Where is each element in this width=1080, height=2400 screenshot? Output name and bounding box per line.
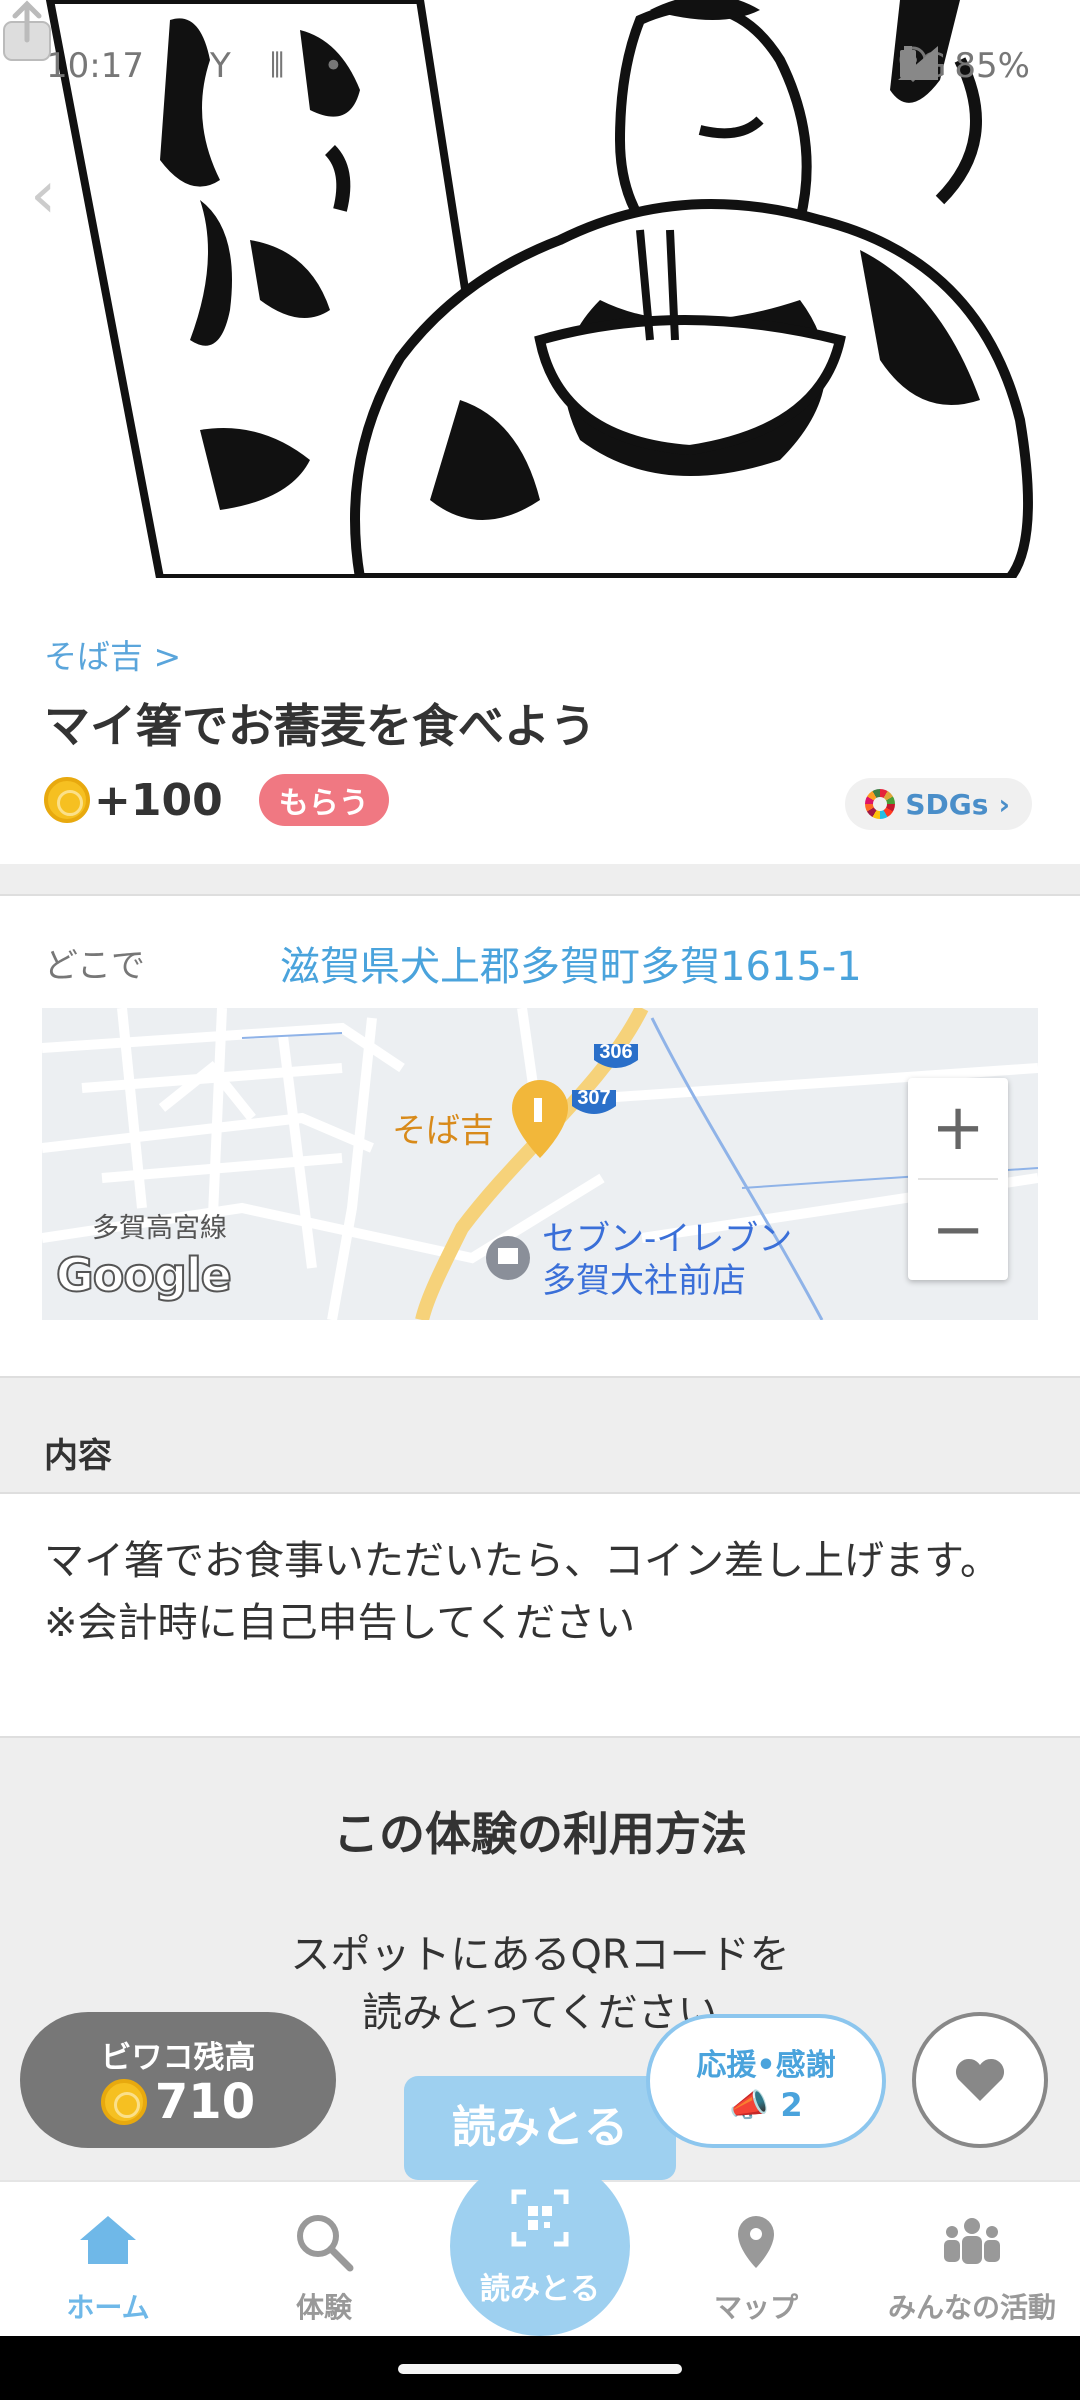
- usage-desc-line1: スポットにあるQRコードを: [290, 1932, 790, 1978]
- balance-amount: 710: [154, 2074, 256, 2130]
- back-icon[interactable]: ‹: [30, 160, 80, 230]
- balance-label: ビワコ残高: [100, 2040, 256, 2076]
- nav-scan-label: 読みとる: [480, 2272, 600, 2307]
- receive-badge: もらう: [258, 774, 389, 826]
- location-section: どこで 滋賀県犬上郡多賀町多賀1615-1 306 307 そば吉 多賀高宮線 …: [0, 896, 1080, 1376]
- megaphone-icon: 📣: [729, 2086, 770, 2124]
- map-pin-nav-icon: [738, 2216, 774, 2268]
- search-icon: [297, 2215, 354, 2272]
- map-pin-icon: [512, 1080, 568, 1158]
- coin-icon: [44, 777, 90, 823]
- map-store-label: セブン-イレブン 多賀大社前店: [542, 1218, 792, 1302]
- sdgs-button[interactable]: SDGs ›: [845, 778, 1032, 830]
- cheer-count: 2: [780, 2086, 803, 2124]
- coin-icon: [100, 2079, 147, 2125]
- favorite-button[interactable]: [912, 2012, 1048, 2148]
- status-time: 10:17: [46, 46, 144, 86]
- divider: [0, 864, 1080, 896]
- status-bar: 10:17 Y ⦀ • 4G 85%: [0, 0, 1080, 130]
- qr-scan-icon: [511, 2189, 569, 2247]
- battery-icon: [900, 46, 917, 78]
- system-nav-bar: [0, 2336, 1080, 2400]
- nav-experience[interactable]: 体験: [216, 2182, 432, 2338]
- nav-activity-label: みんなの活動: [887, 2291, 1056, 2324]
- zoom-in-button[interactable]: +: [908, 1078, 1008, 1178]
- cheer-button[interactable]: 応援•感謝 📣 2: [646, 2014, 886, 2148]
- status-indicators: 4G 85%: [898, 46, 1030, 86]
- zoom-controls: + −: [908, 1078, 1008, 1280]
- page-title: マイ箸でお蕎麦を食べよう: [44, 699, 596, 753]
- content-heading: 内容: [44, 1436, 112, 1476]
- nav-activity[interactable]: みんなの活動: [864, 2182, 1080, 2338]
- heart-icon: [955, 2058, 1005, 2101]
- nav-home[interactable]: ホーム: [0, 2182, 216, 2338]
- balance-button[interactable]: ビワコ残高 710: [20, 2012, 336, 2148]
- reward-amount: +100: [94, 774, 223, 826]
- map-road-label: 多賀高宮線: [92, 1213, 227, 1244]
- content-text: マイ箸でお食事いただいたら、コイン差し上げます。 ※会計時に自己申告してください: [44, 1530, 1004, 1654]
- sdgs-label: SDGs: [905, 787, 989, 821]
- google-logo: Google: [55, 1247, 233, 1303]
- hero-image: 10:17 Y ⦀ • 4G 85% ‹: [0, 0, 1080, 578]
- location-address[interactable]: 滋賀県犬上郡多賀町多賀1615-1: [280, 934, 862, 992]
- zoom-out-button[interactable]: −: [908, 1180, 1008, 1280]
- route-306-label: 306: [599, 1041, 632, 1063]
- route-307-label: 307: [577, 1087, 610, 1109]
- content-text-line1: マイ箸でお食事いただいたら、コイン差し上げます。: [44, 1538, 1000, 1584]
- chevron-right-icon: ›: [998, 787, 1010, 821]
- nav-map-label: マップ: [713, 2291, 798, 2324]
- location-label: どこで: [44, 946, 145, 986]
- spot-header: そば吉 > マイ箸でお蕎麦を食べよう +100 もらう SDGs ›: [0, 578, 1080, 864]
- nav-home-label: ホーム: [66, 2291, 150, 2324]
- cheer-row: 📣 2: [650, 2086, 882, 2124]
- nav-scan[interactable]: 読みとる: [450, 2156, 630, 2336]
- sdgs-wheel-icon: [865, 789, 896, 819]
- cheer-label: 応援•感謝: [696, 2048, 836, 2083]
- map-store-line1: セブン-イレブン: [542, 1219, 793, 1259]
- reward-row: +100 もらう: [44, 774, 389, 826]
- map-pin-label: そば吉: [392, 1111, 494, 1151]
- breadcrumb[interactable]: そば吉 >: [44, 630, 181, 678]
- content-text-line2: ※会計時に自己申告してください: [44, 1600, 636, 1646]
- map-store-line2: 多賀大社前店: [542, 1261, 746, 1301]
- balance-row: 710: [20, 2074, 336, 2130]
- home-gesture-handle[interactable]: [398, 2364, 682, 2374]
- people-icon: [944, 2218, 1000, 2264]
- content-section: マイ箸でお食事いただいたら、コイン差し上げます。 ※会計時に自己申告してください: [0, 1494, 1080, 1738]
- nav-map[interactable]: マップ: [648, 2182, 864, 2338]
- store-pin-icon: [486, 1236, 530, 1280]
- battery-percent: 85%: [954, 46, 1030, 86]
- map-view[interactable]: 306 307 そば吉 多賀高宮線 セブン-イレブン 多賀大社前店 Google…: [42, 1008, 1038, 1320]
- nav-experience-label: 体験: [295, 2291, 352, 2324]
- notification-icons: Y ⦀ •: [210, 46, 358, 86]
- home-icon: [80, 2216, 136, 2264]
- content-heading-bar: 内容: [0, 1376, 1080, 1494]
- share-icon[interactable]: [0, 0, 54, 64]
- usage-title: この体験の利用方法: [333, 1807, 747, 1861]
